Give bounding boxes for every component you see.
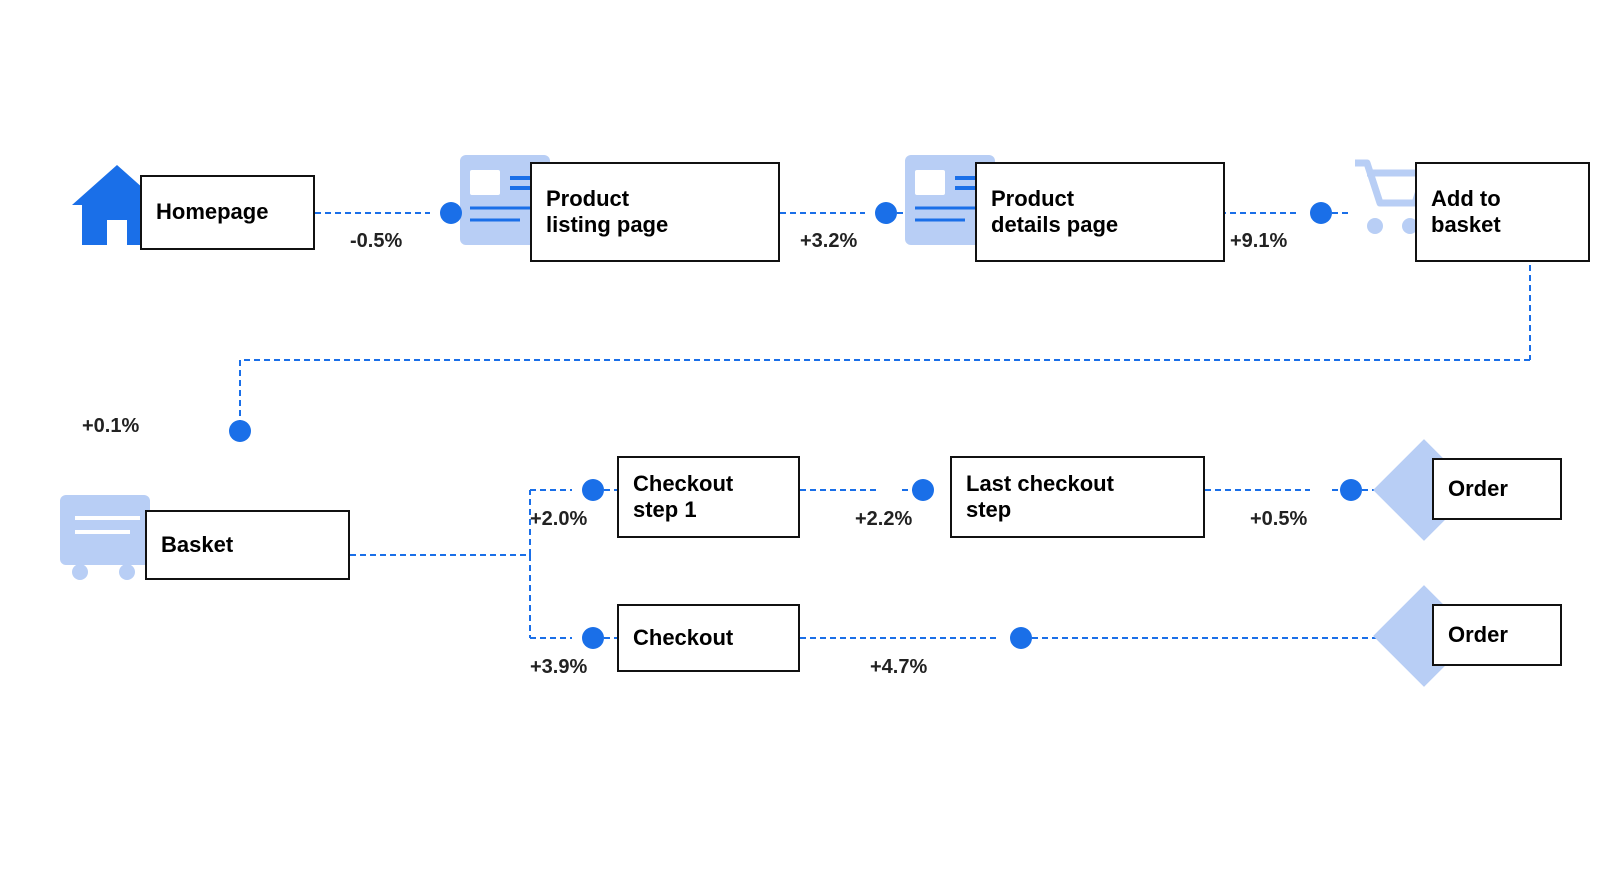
order1-node: Order bbox=[1432, 458, 1562, 520]
last-checkout-step-node: Last checkout step bbox=[950, 456, 1205, 538]
dot-cs1 bbox=[582, 479, 604, 501]
checkout-node: Checkout bbox=[617, 604, 800, 672]
dot-plp-pdp bbox=[875, 202, 897, 224]
order2-node: Order bbox=[1432, 604, 1562, 666]
add-to-basket-node: Add to basket bbox=[1415, 162, 1590, 262]
pct-hp-plp: -0.5% bbox=[350, 230, 402, 253]
pct-plp-pdp: +3.2% bbox=[800, 230, 857, 253]
product-details-node: Product details page bbox=[975, 162, 1225, 262]
basket-node: Basket bbox=[145, 510, 350, 580]
pct-basket-up: +0.1% bbox=[82, 415, 139, 438]
pct-cs1-lcs: +2.2% bbox=[855, 508, 912, 531]
dot-checkout-order2 bbox=[1010, 627, 1032, 649]
pct-basket-cs1: +2.0% bbox=[530, 508, 587, 531]
checkout-step1-node: Checkout step 1 bbox=[617, 456, 800, 538]
dot-lcs-order1 bbox=[1340, 479, 1362, 501]
dot-pdp-atb bbox=[1310, 202, 1332, 224]
pct-pdp-atb: +9.1% bbox=[1230, 230, 1287, 253]
pct-lcs-order1: +0.5% bbox=[1250, 508, 1307, 531]
product-listing-node: Product listing page bbox=[530, 162, 780, 262]
pct-checkout-order2: +4.7% bbox=[870, 656, 927, 679]
dot-basket bbox=[229, 420, 251, 442]
dot-checkout bbox=[582, 627, 604, 649]
dot-cs1-lcs bbox=[912, 479, 934, 501]
pct-basket-checkout: +3.9% bbox=[530, 656, 587, 679]
dot-hp-plp bbox=[440, 202, 462, 224]
homepage-node: Homepage bbox=[140, 175, 315, 250]
funnel-diagram: Homepage -0.5% Product listing page +3.2… bbox=[0, 0, 1601, 874]
